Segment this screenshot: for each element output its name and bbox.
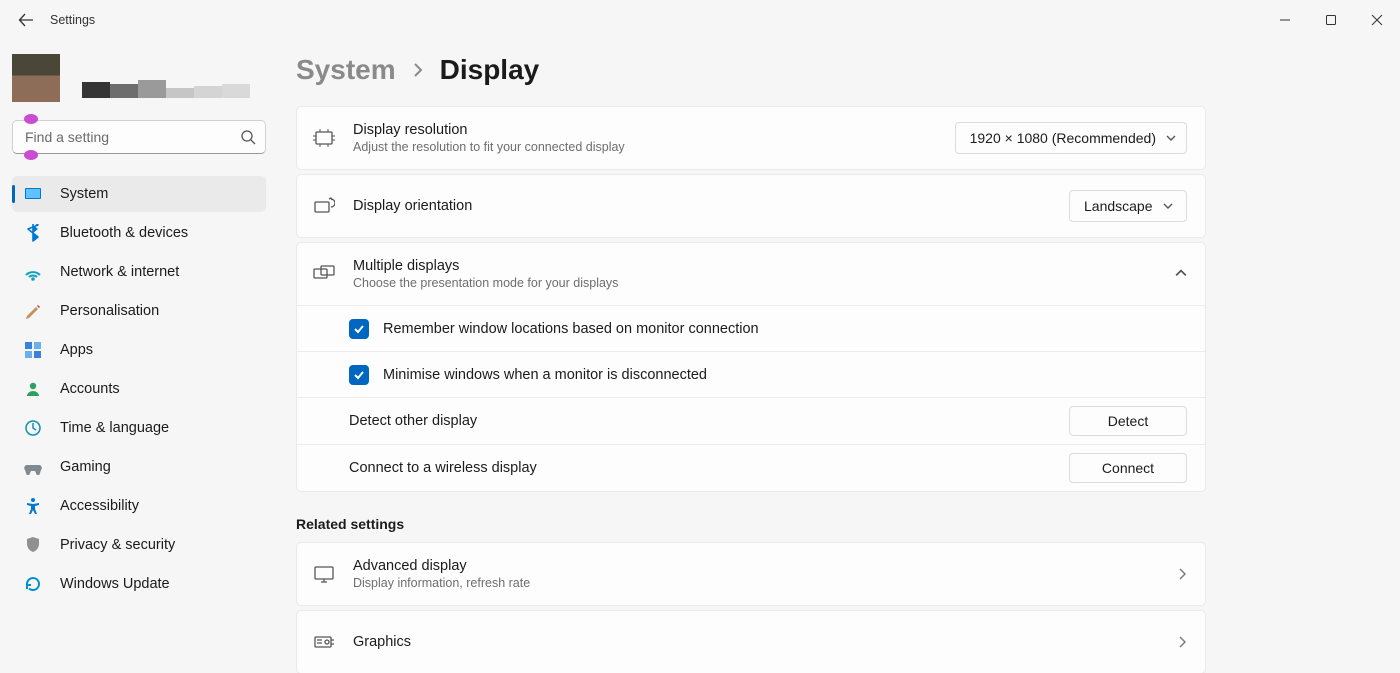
sidebar-item-network[interactable]: Network & internet	[12, 254, 266, 290]
window-title: Settings	[50, 13, 95, 27]
sidebar-item-label: Privacy & security	[60, 537, 175, 553]
purple-dot-icon	[24, 114, 38, 124]
purple-dot-icon	[24, 150, 38, 160]
sidebar-item-label: Time & language	[60, 420, 169, 436]
titlebar: Settings	[0, 0, 1400, 40]
avatar	[12, 54, 60, 102]
sidebar-item-label: Bluetooth & devices	[60, 225, 188, 241]
row-subtitle: Display information, refresh rate	[353, 576, 1159, 590]
content-area: System Display Display resolution Adjust…	[278, 40, 1400, 673]
resolution-dropdown[interactable]: 1920 × 1080 (Recommended)	[955, 122, 1187, 154]
sidebar-item-accounts[interactable]: Accounts	[12, 371, 266, 407]
sidebar-item-label: Accessibility	[60, 498, 139, 514]
back-button[interactable]	[18, 12, 34, 28]
sidebar-item-label: Apps	[60, 342, 93, 358]
sidebar: System Bluetooth & devices Network & int…	[0, 40, 278, 673]
maximize-button[interactable]	[1308, 0, 1354, 40]
sidebar-item-label: Network & internet	[60, 264, 179, 280]
dropdown-value: Landscape	[1084, 198, 1153, 214]
sidebar-nav: System Bluetooth & devices Network & int…	[12, 176, 266, 602]
sidebar-item-gaming[interactable]: Gaming	[12, 449, 266, 485]
gaming-icon	[24, 458, 42, 476]
chevron-right-icon	[412, 61, 424, 82]
row-title: Display resolution	[353, 122, 937, 138]
row-title: Advanced display	[353, 558, 1159, 574]
minimize-button[interactable]	[1262, 0, 1308, 40]
window-controls	[1262, 0, 1400, 40]
related-settings-heading: Related settings	[296, 516, 1206, 532]
sidebar-item-label: Personalisation	[60, 303, 159, 319]
row-remember-window-locations[interactable]: Remember window locations based on monit…	[297, 305, 1205, 351]
row-minimise-on-disconnect[interactable]: Minimise windows when a monitor is disco…	[297, 351, 1205, 397]
sidebar-item-time[interactable]: Time & language	[12, 410, 266, 446]
detect-button[interactable]: Detect	[1069, 406, 1187, 436]
search-icon	[240, 129, 256, 145]
dropdown-value: 1920 × 1080 (Recommended)	[970, 130, 1156, 146]
checkbox-checked[interactable]	[349, 365, 369, 385]
multiple-displays-icon	[313, 263, 335, 285]
row-display-resolution[interactable]: Display resolution Adjust the resolution…	[297, 107, 1205, 169]
privacy-icon	[24, 536, 42, 554]
row-subtitle: Adjust the resolution to fit your connec…	[353, 140, 937, 154]
apps-icon	[24, 341, 42, 359]
search-container	[12, 120, 266, 154]
chevron-down-icon	[1166, 133, 1176, 143]
sidebar-item-privacy[interactable]: Privacy & security	[12, 527, 266, 563]
button-label: Connect	[1102, 460, 1154, 476]
row-multiple-displays[interactable]: Multiple displays Choose the presentatio…	[297, 243, 1205, 305]
chevron-right-icon	[1177, 636, 1187, 648]
sidebar-item-label: Accounts	[60, 381, 120, 397]
breadcrumb: System Display	[296, 54, 1206, 86]
button-label: Detect	[1108, 413, 1148, 429]
orientation-dropdown[interactable]: Landscape	[1069, 190, 1187, 222]
search-input[interactable]	[12, 120, 266, 154]
connect-button[interactable]: Connect	[1069, 453, 1187, 483]
chevron-right-icon	[1177, 568, 1187, 580]
row-connect-wireless-display: Connect to a wireless display Connect	[297, 444, 1205, 491]
sidebar-item-bluetooth[interactable]: Bluetooth & devices	[12, 215, 266, 251]
user-block[interactable]	[12, 54, 266, 102]
checkbox-label: Minimise windows when a monitor is disco…	[383, 367, 1187, 383]
personalisation-icon	[24, 302, 42, 320]
sidebar-item-label: System	[60, 186, 108, 202]
row-subtitle: Choose the presentation mode for your di…	[353, 276, 1157, 290]
user-info-placeholder	[82, 54, 250, 102]
row-detect-other-display: Detect other display Detect	[297, 397, 1205, 444]
sidebar-item-update[interactable]: Windows Update	[12, 566, 266, 602]
sidebar-item-label: Windows Update	[60, 576, 170, 592]
network-icon	[24, 263, 42, 281]
orientation-icon	[313, 195, 335, 217]
row-display-orientation[interactable]: Display orientation Landscape	[297, 175, 1205, 237]
close-button[interactable]	[1354, 0, 1400, 40]
chevron-down-icon	[1163, 201, 1173, 211]
system-icon	[24, 185, 42, 203]
accounts-icon	[24, 380, 42, 398]
checkbox-label: Remember window locations based on monit…	[383, 321, 1187, 337]
row-title: Graphics	[353, 634, 1159, 650]
row-title: Multiple displays	[353, 258, 1157, 274]
windows-update-icon	[24, 575, 42, 593]
chevron-up-icon	[1175, 266, 1187, 282]
resolution-icon	[313, 127, 335, 149]
row-title: Display orientation	[353, 198, 1051, 214]
checkbox-checked[interactable]	[349, 319, 369, 339]
breadcrumb-current: Display	[440, 54, 540, 86]
sidebar-item-apps[interactable]: Apps	[12, 332, 266, 368]
time-language-icon	[24, 419, 42, 437]
row-label: Connect to a wireless display	[349, 460, 1055, 476]
bluetooth-icon	[24, 224, 42, 242]
row-advanced-display[interactable]: Advanced display Display information, re…	[297, 543, 1205, 605]
sidebar-item-accessibility[interactable]: Accessibility	[12, 488, 266, 524]
row-graphics[interactable]: Graphics	[297, 611, 1205, 673]
monitor-icon	[313, 563, 335, 585]
sidebar-item-system[interactable]: System	[12, 176, 266, 212]
sidebar-item-label: Gaming	[60, 459, 111, 475]
graphics-icon	[313, 631, 335, 653]
breadcrumb-parent[interactable]: System	[296, 54, 396, 86]
accessibility-icon	[24, 497, 42, 515]
row-label: Detect other display	[349, 413, 1055, 429]
sidebar-item-personalisation[interactable]: Personalisation	[12, 293, 266, 329]
